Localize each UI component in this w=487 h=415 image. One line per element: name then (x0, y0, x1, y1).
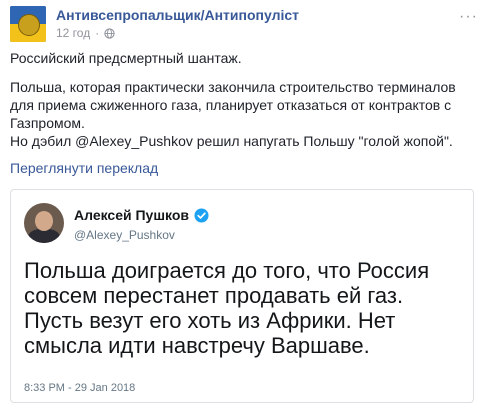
page-avatar[interactable] (10, 6, 46, 42)
page-name-link[interactable]: Антивсепропальщик/Антипопуліст (56, 7, 299, 23)
post-header: Антивсепропальщик/Антипопуліст 12 год · … (10, 6, 480, 42)
avatar-suit (28, 229, 60, 243)
globe-icon (104, 27, 115, 39)
post-line-1: Российский предсмертный шантаж. (10, 50, 242, 66)
post-meta: 12 год · (56, 26, 115, 40)
tweet-author-avatar (24, 203, 64, 243)
verified-badge-icon (194, 207, 209, 223)
see-translation-link[interactable]: Переглянути переклад (10, 160, 158, 176)
tweet-author-handle: @Alexey_Pushkov (74, 228, 175, 242)
tweet-text: Польша доиграется до того, что Россия со… (24, 258, 430, 358)
post-line-2: Польша, которая практически закончила ст… (10, 79, 456, 131)
post-time[interactable]: 12 год (56, 26, 90, 40)
avatar-emblem (18, 14, 40, 36)
more-options-icon[interactable]: ··· (459, 9, 478, 25)
tweet-author-name-text: Алексей Пушков (74, 207, 189, 223)
tweet-timestamp: 8:33 PM - 29 Jan 2018 (24, 382, 136, 394)
avatar-face (35, 211, 53, 231)
tweet-author-name: Алексей Пушков (74, 207, 209, 223)
embedded-tweet-card[interactable]: Алексей Пушков @Alexey_Pushkov Польша до… (10, 189, 474, 403)
post-text: Российский предсмертный шантаж. Польша, … (10, 49, 478, 150)
post-line-3: Но дэбил @Alexey_Pushkov решил напугать … (10, 133, 453, 149)
meta-separator: · (95, 26, 100, 40)
